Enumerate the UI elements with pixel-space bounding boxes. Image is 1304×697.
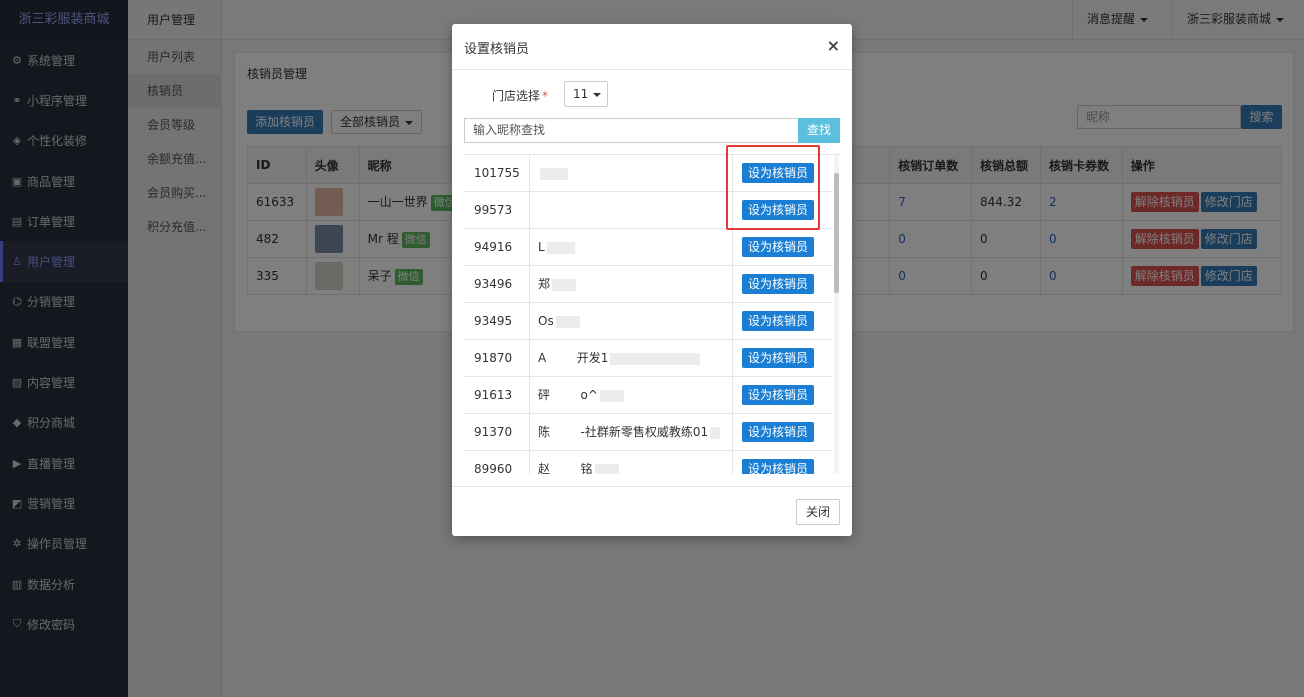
user-id: 89960 bbox=[464, 451, 530, 474]
list-item: 93495 Os 设为核销员 bbox=[464, 303, 833, 340]
user-nickname-cell: 陈 -社群新零售权威教练01 bbox=[530, 414, 733, 451]
store-label-text: 门店选择 bbox=[492, 89, 541, 103]
user-nickname-cell: 赵 铭 bbox=[530, 451, 733, 474]
user-nickname-cell: 砰 o^ bbox=[530, 377, 733, 414]
user-nickname: 郑 bbox=[538, 277, 551, 291]
find-button[interactable]: 查找 bbox=[798, 118, 840, 143]
store-select-value: 11 bbox=[573, 87, 589, 101]
user-nickname: A 开发1 bbox=[538, 351, 609, 365]
required-mark: * bbox=[542, 89, 549, 103]
modal-header: 设置核销员 × bbox=[452, 24, 852, 70]
user-id: 93495 bbox=[464, 303, 530, 340]
list-item: 91370 陈 -社群新零售权威教练01 设为核销员 bbox=[464, 414, 833, 451]
action-cell: 设为核销员 bbox=[742, 422, 815, 442]
list-item: 89960 赵 铭 设为核销员 bbox=[464, 451, 833, 474]
user-id: 91613 bbox=[464, 377, 530, 414]
scrollbar-thumb[interactable] bbox=[834, 173, 839, 293]
action-cell: 设为核销员 bbox=[742, 274, 815, 294]
redacted-text-block bbox=[599, 389, 624, 402]
user-nickname: Os bbox=[538, 314, 554, 328]
set-as-verifier-button[interactable]: 设为核销员 bbox=[742, 459, 815, 474]
redacted-text-block bbox=[610, 352, 701, 365]
redacted-text-block bbox=[555, 315, 580, 328]
close-button[interactable]: 关闭 bbox=[795, 499, 840, 525]
set-as-verifier-button[interactable]: 设为核销员 bbox=[742, 348, 815, 368]
user-nickname-cell: A 开发1 bbox=[530, 340, 733, 377]
set-as-verifier-button[interactable]: 设为核销员 bbox=[742, 237, 815, 257]
nickname-find-input[interactable]: 输入昵称查找 bbox=[464, 118, 799, 143]
modal-title: 设置核销员 bbox=[464, 42, 530, 57]
set-as-verifier-button[interactable]: 设为核销员 bbox=[742, 311, 815, 331]
list-item: 91613 砰 o^ 设为核销员 bbox=[464, 377, 833, 414]
redacted-text-block bbox=[552, 278, 577, 291]
set-as-verifier-button[interactable]: 设为核销员 bbox=[742, 385, 815, 405]
list-scrollbar[interactable] bbox=[834, 155, 839, 473]
user-id: 91870 bbox=[464, 340, 530, 377]
list-item: 93496 郑 设为核销员 bbox=[464, 266, 833, 303]
set-as-verifier-button[interactable]: 设为核销员 bbox=[742, 274, 815, 294]
action-cell: 设为核销员 bbox=[742, 385, 815, 405]
store-select-label: 门店选择 * bbox=[492, 87, 548, 104]
user-id: 91370 bbox=[464, 414, 530, 451]
user-id: 101755 bbox=[464, 155, 530, 192]
action-cell: 设为核销员 bbox=[742, 348, 815, 368]
user-nickname-cell bbox=[530, 192, 733, 229]
user-nickname: L bbox=[538, 240, 545, 254]
user-id: 94916 bbox=[464, 229, 530, 266]
set-verifier-modal: 设置核销员 × 门店选择 * 11 输入昵称查找 查找 101755 设为核销员 99… bbox=[452, 24, 852, 536]
action-cell: 设为核销员 bbox=[742, 237, 815, 257]
set-as-verifier-button[interactable]: 设为核销员 bbox=[742, 422, 815, 442]
store-select[interactable]: 11 bbox=[564, 81, 608, 107]
user-nickname: 赵 铭 bbox=[538, 462, 593, 474]
list-item: 94916 L 设为核销员 bbox=[464, 229, 833, 266]
modal-footer: 关闭 bbox=[452, 486, 852, 536]
redacted-text-block bbox=[594, 463, 619, 474]
user-nickname-cell: L bbox=[530, 229, 733, 266]
action-cell: 设为核销员 bbox=[742, 459, 815, 474]
action-cell: 设为核销员 bbox=[742, 311, 815, 331]
user-nickname-cell bbox=[530, 155, 733, 192]
close-icon[interactable]: × bbox=[827, 36, 840, 55]
user-nickname: 陈 -社群新零售权威教练01 bbox=[538, 425, 709, 439]
user-nickname-cell: 郑 bbox=[530, 266, 733, 303]
user-id: 99573 bbox=[464, 192, 530, 229]
redacted-text-block bbox=[710, 426, 721, 439]
list-item: 91870 A 开发1 设为核销员 bbox=[464, 340, 833, 377]
user-id: 93496 bbox=[464, 266, 530, 303]
user-nickname-cell: Os bbox=[530, 303, 733, 340]
chevron-down-icon bbox=[593, 92, 602, 97]
redacted-text-block bbox=[540, 167, 568, 180]
redacted-text-block bbox=[546, 241, 575, 254]
annotation-highlight-box bbox=[726, 145, 820, 230]
user-nickname: 砰 o^ bbox=[538, 388, 598, 402]
